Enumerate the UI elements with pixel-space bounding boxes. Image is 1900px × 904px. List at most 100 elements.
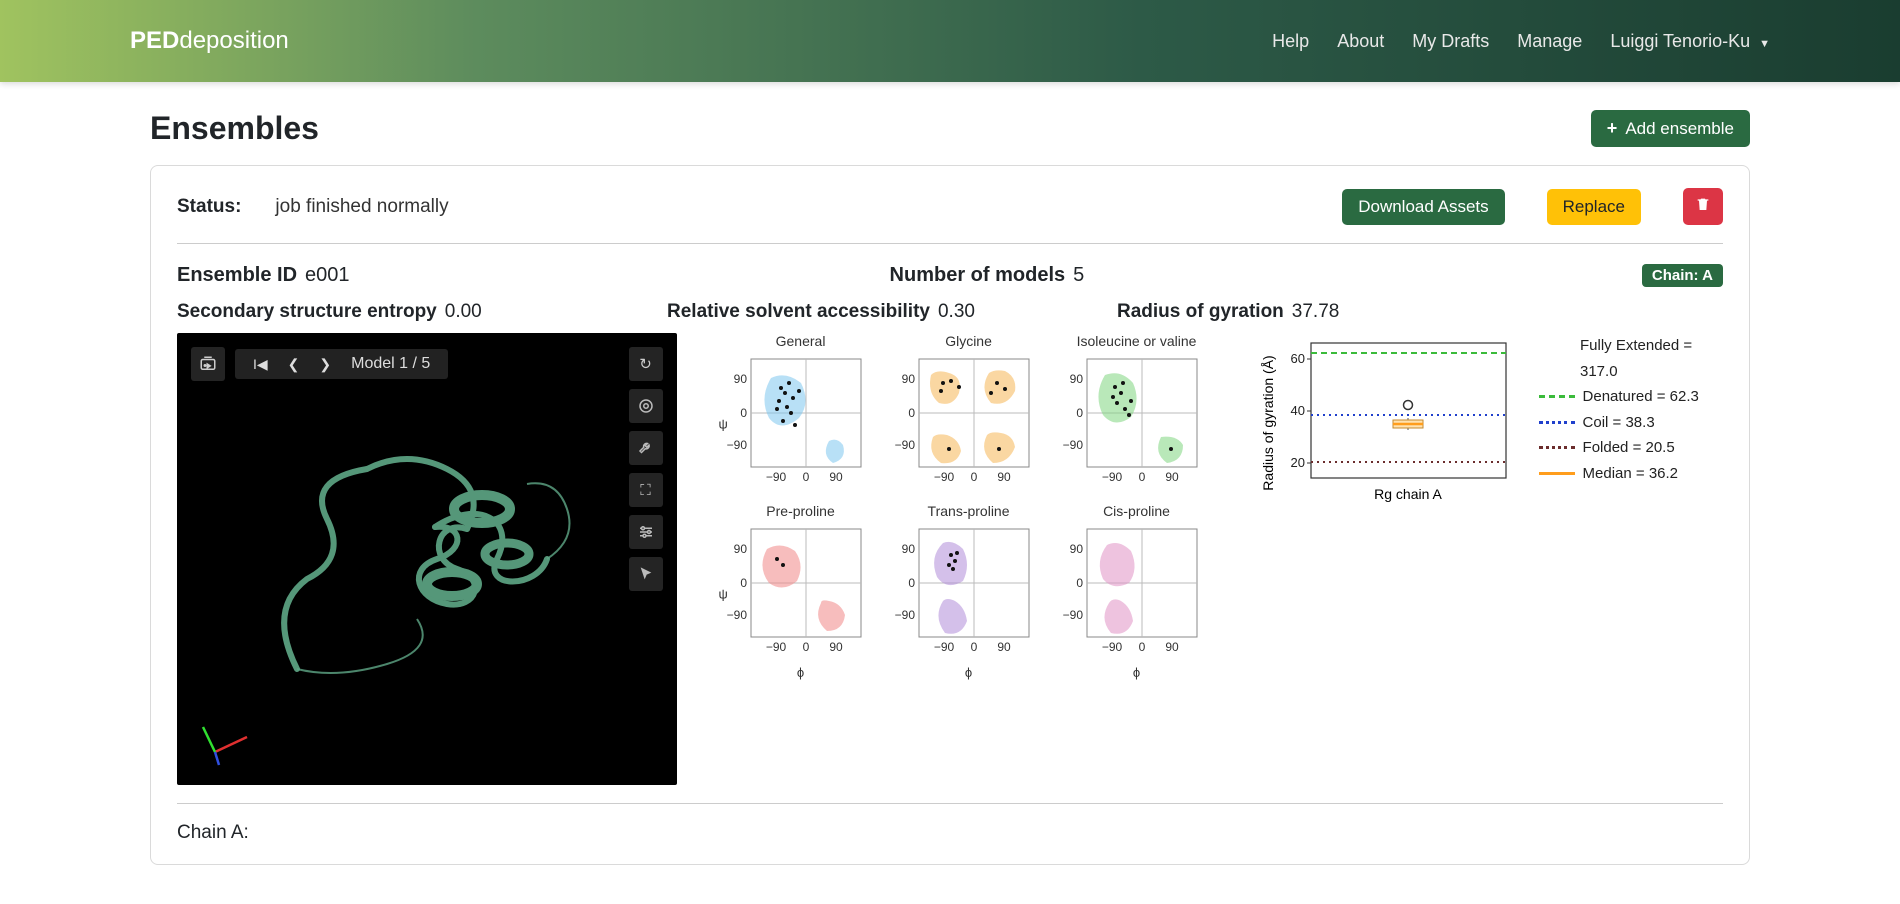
number-of-models: Number of models 5 bbox=[890, 264, 1085, 287]
svg-text:0: 0 bbox=[908, 576, 915, 590]
psi-axis-label: ψ bbox=[719, 587, 728, 602]
psi-axis-label: ψ bbox=[719, 417, 728, 432]
ensemble-id-value: e001 bbox=[305, 264, 350, 287]
viewer-animate-button[interactable] bbox=[191, 347, 225, 381]
brand-light: deposition bbox=[179, 27, 288, 54]
svg-text:−90: −90 bbox=[726, 438, 747, 452]
nav-user-name: Luiggi Tenorio-Ku bbox=[1610, 31, 1750, 51]
phi-axis-label: ϕ bbox=[721, 665, 881, 680]
download-assets-button[interactable]: Download Assets bbox=[1342, 189, 1504, 225]
rg-metric: Radius of gyration 37.78 bbox=[1117, 301, 1339, 323]
svg-text:0: 0 bbox=[740, 406, 747, 420]
rg-ylabel: Radius of gyration (Å) bbox=[1261, 355, 1276, 490]
navbar: PEDdeposition Help About My Drafts Manag… bbox=[0, 0, 1900, 82]
svg-text:0: 0 bbox=[1076, 576, 1083, 590]
svg-text:0: 0 bbox=[970, 470, 977, 483]
chain-chip[interactable]: Chain: A bbox=[1642, 264, 1723, 287]
viz-row: I◀ ❮ ❯ Model 1 / 5 ↻ ⛶ bbox=[177, 333, 1723, 785]
chain-a-label: Chain A: bbox=[177, 822, 1723, 854]
svg-text:−90: −90 bbox=[765, 640, 786, 653]
leg-fully-extended: Fully Extended = 317.0 bbox=[1580, 333, 1723, 384]
rg-ytick-20: 20 bbox=[1290, 455, 1304, 470]
plus-icon: + bbox=[1607, 118, 1618, 139]
phi-axis-label: ϕ bbox=[1057, 665, 1217, 680]
viewer-model-bar: I◀ ❮ ❯ Model 1 / 5 bbox=[235, 349, 448, 379]
add-ensemble-button[interactable]: + Add ensemble bbox=[1591, 110, 1750, 147]
ensemble-id-label: Ensemble ID bbox=[177, 264, 297, 287]
svg-text:0: 0 bbox=[970, 640, 977, 653]
rg-value: 37.78 bbox=[1292, 301, 1340, 323]
line-folded-icon bbox=[1539, 446, 1575, 449]
leg-denatured: Denatured = 62.3 bbox=[1583, 384, 1699, 410]
svg-text:90: 90 bbox=[1165, 470, 1179, 483]
status-value: job finished normally bbox=[275, 196, 448, 218]
svg-text:0: 0 bbox=[740, 576, 747, 590]
svg-text:90: 90 bbox=[733, 372, 747, 386]
rama-title: Pre-proline bbox=[721, 503, 881, 519]
nav-manage[interactable]: Manage bbox=[1517, 31, 1582, 52]
rg-ytick-40: 40 bbox=[1290, 403, 1304, 418]
rama-title: Glycine bbox=[889, 333, 1049, 349]
models-label: Number of models bbox=[890, 264, 1066, 287]
svg-text:−90: −90 bbox=[1101, 470, 1122, 483]
next-model-icon[interactable]: ❯ bbox=[319, 356, 331, 373]
fullscreen-icon[interactable]: ⛶ bbox=[629, 473, 663, 507]
brand-logo[interactable]: PEDdeposition bbox=[130, 27, 289, 55]
brand-bold: PED bbox=[130, 27, 179, 54]
nav-my-drafts[interactable]: My Drafts bbox=[1412, 31, 1489, 52]
svg-text:−90: −90 bbox=[894, 608, 915, 622]
svg-text:−90: −90 bbox=[1101, 640, 1122, 653]
leg-coil: Coil = 38.3 bbox=[1583, 410, 1655, 436]
first-model-icon[interactable]: I◀ bbox=[253, 356, 268, 373]
status-row: Status: job finished normally Download A… bbox=[177, 188, 1723, 244]
prev-model-icon[interactable]: ❮ bbox=[288, 356, 300, 373]
entropy-metric: Secondary structure entropy 0.00 bbox=[177, 301, 607, 323]
svg-text:90: 90 bbox=[1069, 542, 1083, 556]
delete-button[interactable] bbox=[1683, 188, 1723, 225]
svg-text:−90: −90 bbox=[1062, 608, 1083, 622]
rama-plot-isoleucine-or-valine: Isoleucine or valine 90 0 −90 −90 0 90 bbox=[1057, 333, 1217, 497]
model-indicator: Model 1 / 5 bbox=[351, 355, 430, 373]
rama-title: Trans-proline bbox=[889, 503, 1049, 519]
leg-folded: Folded = 20.5 bbox=[1583, 435, 1675, 461]
rama-plot-general: General ψ 90 0 −90 −90 0 90 bbox=[721, 333, 881, 497]
page-header: Ensembles + Add ensemble bbox=[150, 110, 1750, 147]
structure-viewer[interactable]: I◀ ❮ ❯ Model 1 / 5 ↻ ⛶ bbox=[177, 333, 677, 785]
svg-text:90: 90 bbox=[1165, 640, 1179, 653]
svg-text:0: 0 bbox=[1138, 470, 1145, 483]
snapshot-icon[interactable] bbox=[629, 389, 663, 423]
nav-user-menu[interactable]: Luiggi Tenorio-Ku ▼ bbox=[1610, 31, 1770, 52]
rama-plot-pre-proline: Pre-proline ψ 90 0 −90 −90 0 90 bbox=[721, 503, 881, 680]
line-coil-icon bbox=[1539, 421, 1575, 424]
cursor-icon[interactable] bbox=[629, 557, 663, 591]
rg-legend: Fully Extended = 317.0 Denatured = 62.3 … bbox=[1539, 333, 1723, 486]
svg-text:−90: −90 bbox=[726, 608, 747, 622]
phi-axis-label: ϕ bbox=[889, 665, 1049, 680]
ramachandran-grid: General ψ 90 0 −90 −90 0 90 bbox=[721, 333, 1217, 680]
nav-about[interactable]: About bbox=[1337, 31, 1384, 52]
entropy-label: Secondary structure entropy bbox=[177, 301, 437, 323]
ensemble-id: Ensemble ID e001 bbox=[177, 264, 350, 287]
caret-down-icon: ▼ bbox=[1759, 38, 1770, 50]
status-label: Status: bbox=[177, 196, 241, 218]
rama-title: General bbox=[721, 333, 881, 349]
rama-plot-trans-proline: Trans-proline 90 0 −90 −90 0 90 bbox=[889, 503, 1049, 680]
controls-icon[interactable] bbox=[629, 515, 663, 549]
rg-plot: Radius of gyration (Å) 60 40 20 bbox=[1261, 333, 1521, 518]
reset-view-icon[interactable]: ↻ bbox=[629, 347, 663, 381]
nav-links: Help About My Drafts Manage Luiggi Tenor… bbox=[1272, 31, 1770, 52]
leg-median: Median = 36.2 bbox=[1583, 461, 1679, 487]
divider bbox=[177, 803, 1723, 804]
replace-button[interactable]: Replace bbox=[1547, 189, 1641, 225]
line-median-icon bbox=[1539, 472, 1575, 475]
settings-wrench-icon[interactable] bbox=[629, 431, 663, 465]
rsa-value: 0.30 bbox=[938, 301, 975, 323]
rsa-metric: Relative solvent accessibility 0.30 bbox=[667, 301, 1057, 323]
svg-text:0: 0 bbox=[1076, 406, 1083, 420]
svg-text:90: 90 bbox=[997, 640, 1011, 653]
rg-label: Radius of gyration bbox=[1117, 301, 1284, 323]
nav-help[interactable]: Help bbox=[1272, 31, 1309, 52]
svg-text:0: 0 bbox=[908, 406, 915, 420]
svg-text:−90: −90 bbox=[1062, 438, 1083, 452]
trash-icon bbox=[1695, 196, 1711, 217]
